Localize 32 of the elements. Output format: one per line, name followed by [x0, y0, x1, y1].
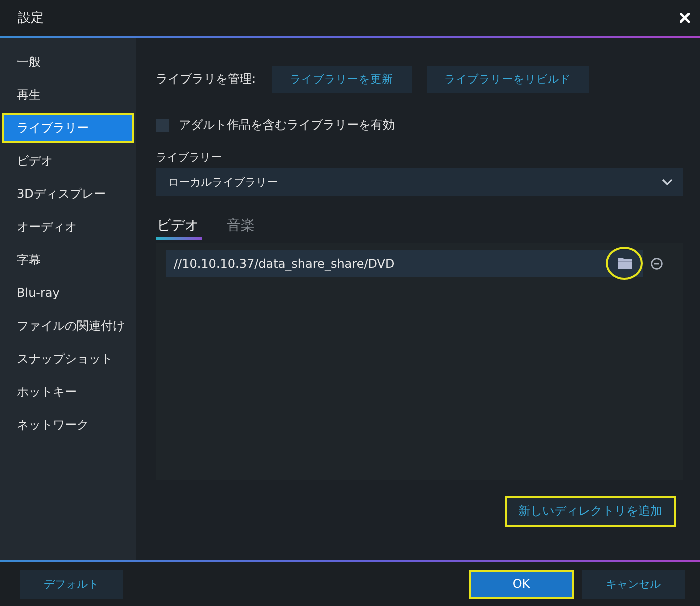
- sidebar-item[interactable]: 再生: [2, 80, 134, 110]
- sidebar-item[interactable]: ライブラリー: [2, 113, 134, 143]
- footer-button[interactable]: デフォルト: [20, 570, 123, 598]
- tab[interactable]: 音楽: [226, 212, 258, 240]
- field-label: ライブラリー: [156, 150, 222, 165]
- sidebar-item[interactable]: ビデオ: [2, 146, 134, 176]
- folder-button[interactable]: [606, 247, 643, 280]
- folder-icon: [618, 258, 632, 269]
- checkbox-label: アダルト作品を含むライブラリーを有効: [179, 116, 395, 134]
- close-icon[interactable]: [680, 13, 690, 23]
- sidebar-item[interactable]: 3Dディスプレー: [2, 179, 134, 209]
- library-dropdown[interactable]: ローカルライブラリー: [156, 168, 683, 196]
- sidebar-item[interactable]: Blu-ray: [2, 278, 134, 308]
- footer-button[interactable]: OK: [469, 570, 574, 598]
- minus-circle-icon[interactable]: [651, 258, 663, 270]
- window-title: 設定: [18, 10, 44, 27]
- sidebar-item[interactable]: ネットワーク: [2, 410, 134, 440]
- add-directory-button[interactable]: 新しいディレクトリを追加: [505, 496, 676, 527]
- footer-button[interactable]: キャンセル: [582, 570, 685, 598]
- sidebar-item[interactable]: スナップショット: [2, 344, 134, 374]
- sidebar-item[interactable]: 字幕: [2, 245, 134, 275]
- chevron-down-icon: [662, 178, 673, 186]
- checkbox[interactable]: [156, 118, 169, 132]
- directory-path: //10.10.10.37/data_share_share/DVD: [174, 256, 395, 270]
- library-button[interactable]: ライブラリーを更新: [272, 66, 412, 93]
- sidebar-item[interactable]: 一般: [2, 47, 134, 77]
- sidebar-item[interactable]: オーディオ: [2, 212, 134, 242]
- library-button[interactable]: ライブラリーをリビルド: [426, 66, 589, 93]
- directory-row[interactable]: //10.10.10.37/data_share_share/DVD: [166, 250, 643, 277]
- manage-label: ライブラリを管理:: [156, 71, 257, 88]
- sidebar-item[interactable]: ホットキー: [2, 377, 134, 407]
- sidebar-item[interactable]: ファイルの関連付け: [2, 311, 134, 341]
